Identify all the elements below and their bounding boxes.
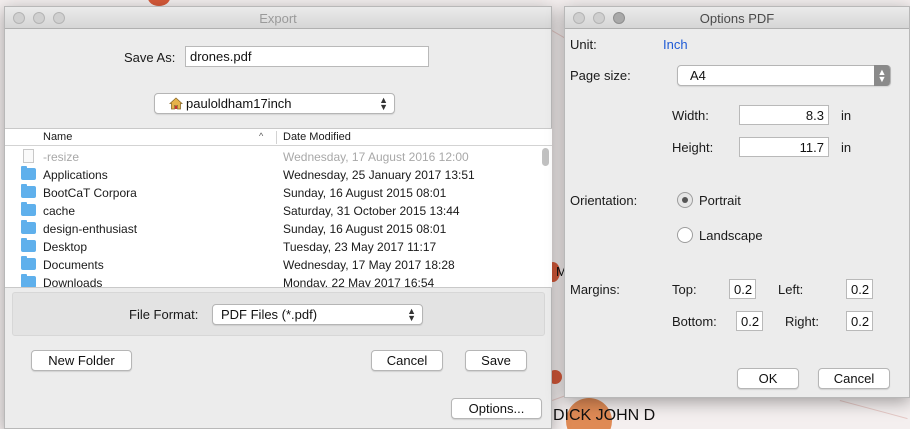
margins-label: Margins: <box>570 282 620 297</box>
file-name: -resize <box>43 150 80 164</box>
file-date-modified: Wednesday, 17 August 2016 12:00 <box>283 150 469 164</box>
new-folder-button[interactable]: New Folder <box>31 350 132 371</box>
desktop-folder-icon <box>21 238 36 252</box>
file-row[interactable]: Desktop Tuesday, 23 May 2017 11:17 <box>5 238 538 256</box>
file-row[interactable]: -resize Wednesday, 17 August 2016 12:00 <box>5 148 538 166</box>
file-format-popup[interactable]: PDF Files (*.pdf) ▲ ▼ <box>212 304 423 325</box>
column-divider <box>276 131 277 144</box>
portrait-radio[interactable] <box>677 192 693 208</box>
file-row[interactable]: Applications Wednesday, 25 January 2017 1… <box>5 166 538 184</box>
landscape-radio[interactable] <box>677 227 693 243</box>
file-format-label: File Format: <box>129 307 199 322</box>
home-icon <box>168 97 184 110</box>
save-button[interactable]: Save <box>465 350 527 371</box>
file-date-modified: Sunday, 16 August 2015 08:01 <box>283 222 447 236</box>
file-list[interactable]: Name ^ Date Modified -resize Wednesday, 1… <box>5 128 552 288</box>
file-row[interactable]: design-enthusiast Sunday, 16 August 2015 … <box>5 220 538 238</box>
cancel-button[interactable]: Cancel <box>371 350 443 371</box>
graph-edge <box>839 400 908 420</box>
file-name: BootCaT Corpora <box>43 186 137 200</box>
file-row[interactable]: BootCaT Corpora Sunday, 16 August 2015 08… <box>5 184 538 202</box>
width-label: Width: <box>672 108 709 123</box>
file-row[interactable]: Downloads Monday, 22 May 2017 16:54 <box>5 274 538 288</box>
top-margin-label: Top: <box>672 282 697 297</box>
file-date-modified: Wednesday, 25 January 2017 13:51 <box>283 168 475 182</box>
bottom-margin-input[interactable]: 0.2 <box>736 311 763 331</box>
landscape-label[interactable]: Landscape <box>699 228 763 243</box>
location-value: pauloldham17inch <box>186 96 292 111</box>
export-dialog: Export Save As: drones.pdf pauloldham17i… <box>4 6 552 429</box>
location-popup[interactable]: pauloldham17inch ▲ ▼ <box>154 93 395 114</box>
right-margin-label: Right: <box>785 314 819 329</box>
sort-ascending-icon: ^ <box>259 131 264 141</box>
width-unit: in <box>841 108 852 123</box>
right-margin-input[interactable]: 0.2 <box>846 311 873 331</box>
width-input[interactable]: 8.3 <box>739 105 829 125</box>
file-date-modified: Wednesday, 17 May 2017 18:28 <box>283 258 455 272</box>
documents-folder-icon <box>21 256 36 270</box>
folder-icon <box>21 202 36 216</box>
downloads-folder-icon <box>21 274 36 287</box>
export-titlebar: Export <box>5 7 551 29</box>
options-cancel-button[interactable]: Cancel <box>818 368 890 389</box>
chevron-updown-icon: ▲ ▼ <box>407 306 416 323</box>
document-icon <box>23 149 34 163</box>
column-header-date-modified[interactable]: Date Modified <box>283 131 351 143</box>
file-list-header: Name ^ Date Modified <box>5 129 552 146</box>
orientation-label: Orientation: <box>570 193 638 208</box>
unit-value: Inch <box>663 37 688 52</box>
file-date-modified: Saturday, 31 October 2015 13:44 <box>283 204 460 218</box>
file-date-modified: Sunday, 16 August 2015 08:01 <box>283 186 447 200</box>
column-header-name[interactable]: Name <box>43 131 72 143</box>
bottom-margin-label: Bottom: <box>672 314 717 329</box>
applications-folder-icon <box>21 166 36 180</box>
file-name: Documents <box>43 258 104 272</box>
page-size-value: A4 <box>690 68 706 83</box>
chevron-updown-icon: ▲ ▼ <box>874 65 890 86</box>
file-name: Downloads <box>43 276 103 288</box>
file-name: design-enthusiast <box>43 222 138 236</box>
options-title: Options PDF <box>699 11 775 26</box>
page-size-label: Page size: <box>570 68 631 83</box>
scroll-thumb[interactable] <box>542 148 549 166</box>
file-name: cache <box>43 204 76 218</box>
portrait-label[interactable]: Portrait <box>699 193 741 208</box>
top-margin-input[interactable]: 0.2 <box>729 279 756 299</box>
height-unit: in <box>841 140 852 155</box>
options-button[interactable]: Options... <box>451 398 542 419</box>
save-as-label: Save As: <box>124 50 176 65</box>
graph-label: DICK JOHN D <box>553 407 656 424</box>
file-format-value: PDF Files (*.pdf) <box>221 307 318 322</box>
file-date-modified: Monday, 22 May 2017 16:54 <box>283 276 435 288</box>
left-margin-input[interactable]: 0.2 <box>846 279 873 299</box>
save-as-input[interactable]: drones.pdf <box>185 46 429 67</box>
options-titlebar: Options PDF <box>565 7 909 29</box>
height-label: Height: <box>672 140 714 155</box>
folder-icon <box>21 220 36 234</box>
page-size-popup[interactable]: A4 ▲ ▼ <box>677 65 891 86</box>
file-format-bar: File Format: PDF Files (*.pdf) ▲ ▼ <box>12 292 545 336</box>
file-list-scrollbar[interactable] <box>541 148 550 287</box>
options-pdf-dialog: Options PDF Unit: Inch Page size: A4 ▲ ▼ … <box>564 6 910 398</box>
file-name: Applications <box>43 168 108 182</box>
height-input[interactable]: 11.7 <box>739 137 829 157</box>
file-name: Desktop <box>43 240 88 254</box>
export-title: Export <box>259 11 297 26</box>
file-row[interactable]: cache Saturday, 31 October 2015 13:44 <box>5 202 538 220</box>
file-row[interactable]: Documents Wednesday, 17 May 2017 18:28 <box>5 256 538 274</box>
ok-button[interactable]: OK <box>737 368 799 389</box>
left-margin-label: Left: <box>778 282 804 297</box>
file-date-modified: Tuesday, 23 May 2017 11:17 <box>283 240 437 254</box>
unit-label: Unit: <box>570 37 597 52</box>
chevron-updown-icon: ▲ ▼ <box>379 95 388 112</box>
folder-icon <box>21 184 36 198</box>
